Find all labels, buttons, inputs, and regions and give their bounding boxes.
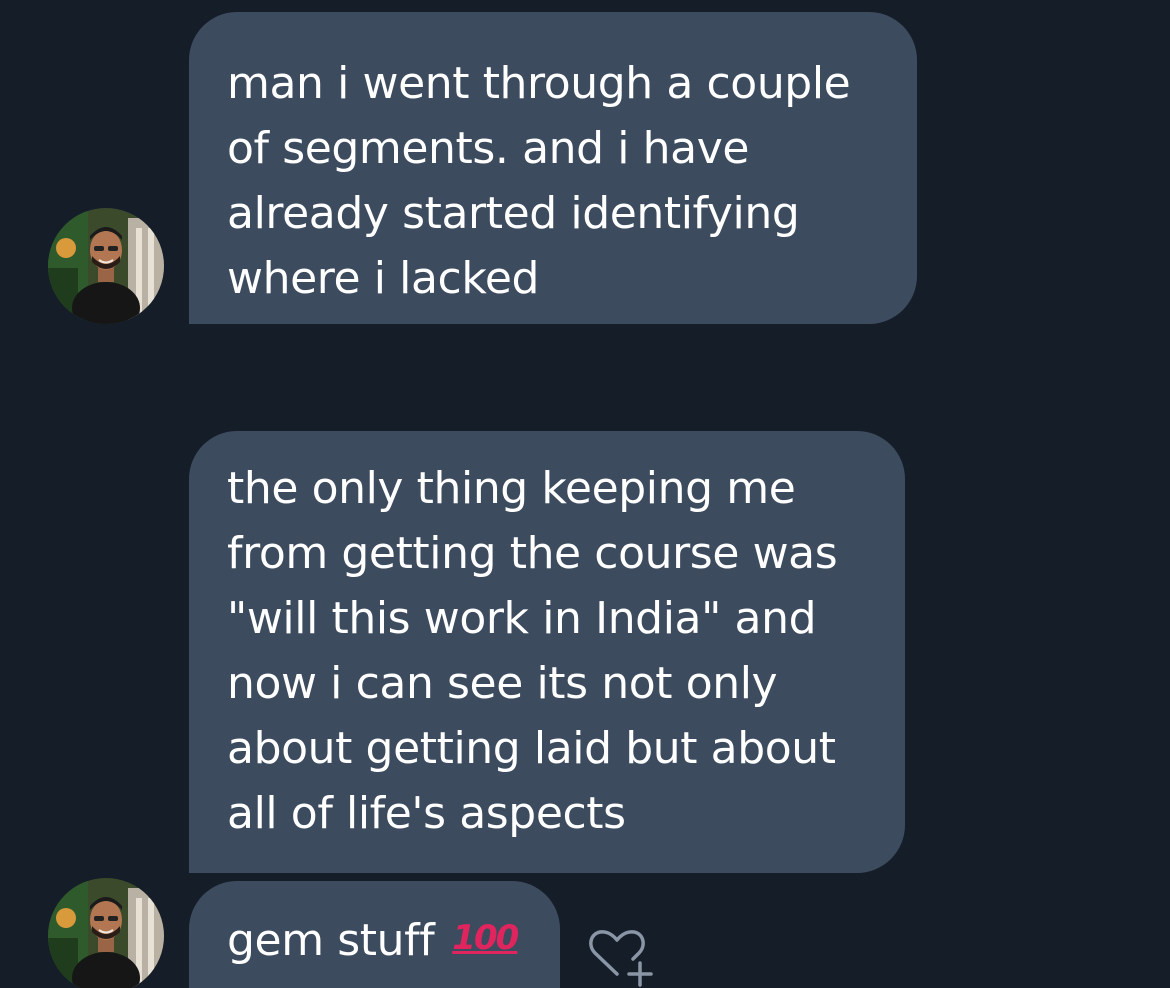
message-line: from getting the course was	[227, 528, 838, 579]
message-line: about getting laid but about	[227, 723, 836, 774]
add-reaction-button[interactable]	[585, 928, 657, 988]
message-bubble[interactable]: the only thing keeping me from getting t…	[189, 431, 905, 873]
message-line: now i can see its not only	[227, 658, 778, 709]
message-text: gem stuff	[227, 915, 435, 966]
avatar-photo	[48, 878, 164, 988]
sender-avatar[interactable]	[48, 878, 164, 988]
message-line: "will this work in India" and	[227, 593, 817, 644]
message-bubble[interactable]: man i went through a couple of segments.…	[189, 12, 917, 324]
message-line: where i lacked	[227, 253, 540, 304]
message-line: already started identifying	[227, 188, 800, 239]
avatar-photo	[48, 208, 164, 324]
message-bubble[interactable]: gem stuff 100	[189, 881, 560, 988]
sender-avatar[interactable]	[48, 208, 164, 324]
hundred-points-emoji: 100	[452, 918, 519, 958]
dm-conversation: man i went through a couple of segments.…	[0, 0, 1170, 988]
message-line: man i went through a couple	[227, 58, 851, 109]
message-line: the only thing keeping me	[227, 463, 796, 514]
heart-plus-icon	[589, 930, 653, 987]
message-line: all of life's aspects	[227, 788, 626, 839]
message-line: of segments. and i have	[227, 123, 750, 174]
